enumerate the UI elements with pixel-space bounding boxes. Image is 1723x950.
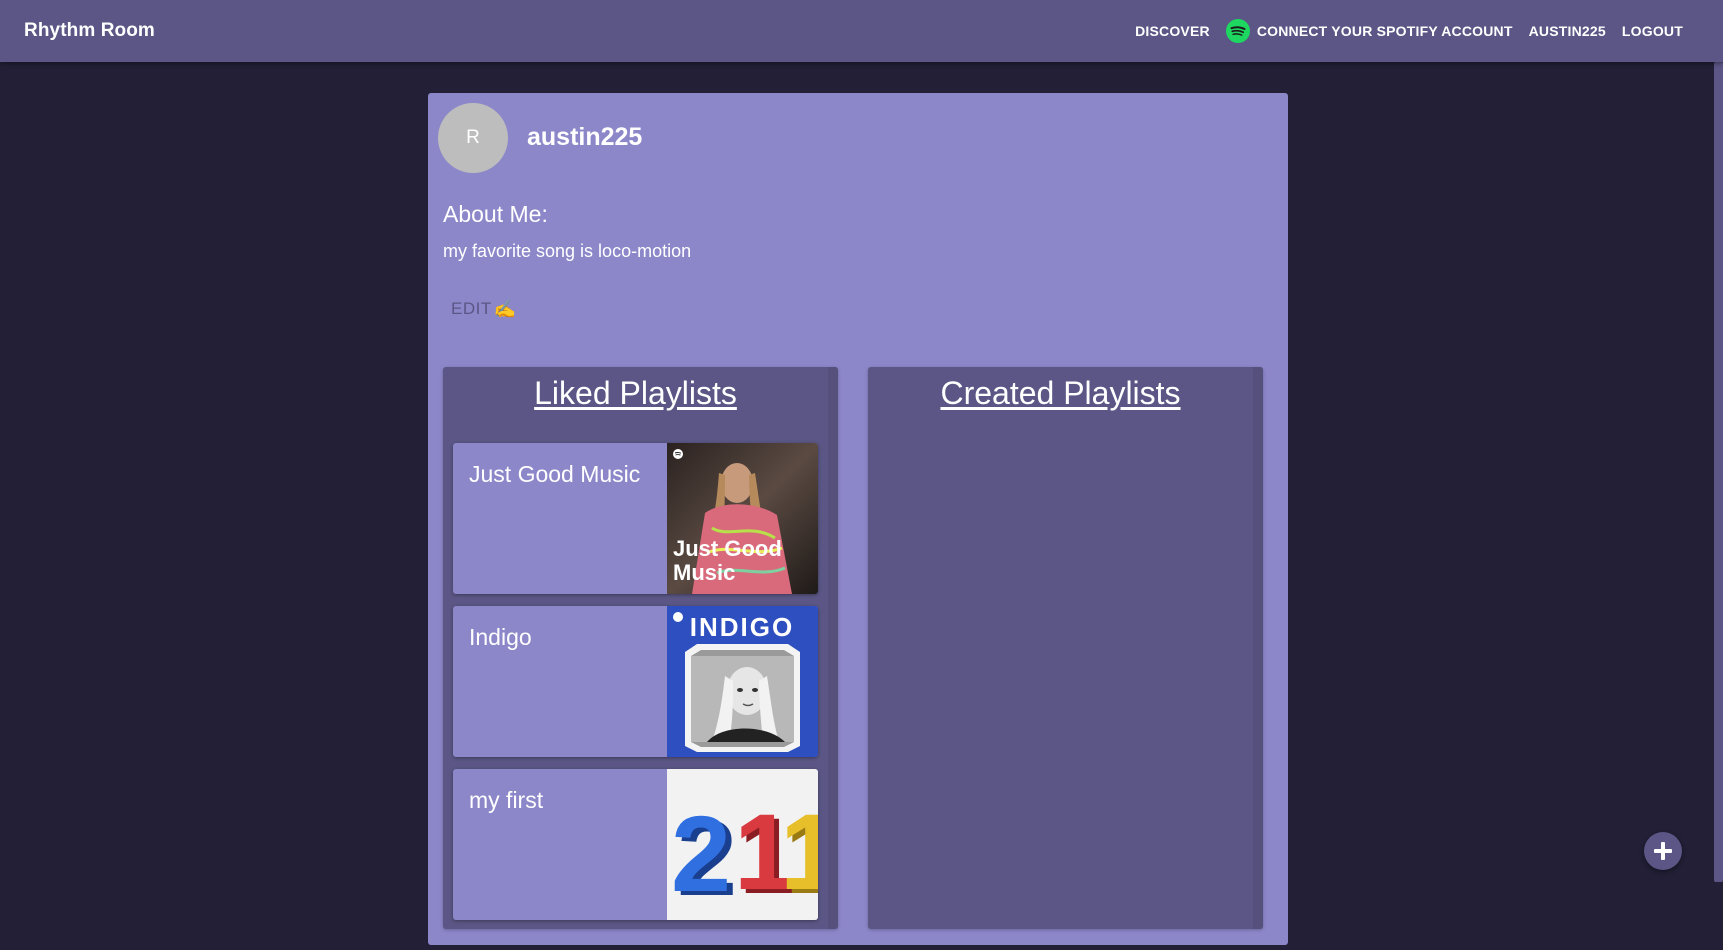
playlist-cover-image: Just Good Music: [667, 443, 818, 594]
about-text: my favorite song is loco-motion: [443, 241, 692, 261]
liked-panel-scrollbar[interactable]: [828, 367, 838, 929]
cover-art-text-line2: Music: [673, 560, 735, 585]
cover-art-text-line1: Just Good: [673, 536, 782, 561]
created-playlists-panel: Created Playlists: [868, 367, 1263, 929]
playlist-card-my-first[interactable]: my first 2 2 1 1 1 1: [453, 769, 818, 920]
created-panel-scrollbar[interactable]: [1253, 367, 1263, 929]
brand-logo[interactable]: Rhythm Room: [24, 20, 155, 42]
nav-logout[interactable]: LOGOUT: [1622, 23, 1683, 39]
spotify-icon: [1225, 19, 1250, 43]
playlist-card-indigo[interactable]: Indigo INDIGO: [453, 606, 818, 757]
cover-art-text: INDIGO: [690, 612, 794, 642]
playlist-name: Just Good Music: [469, 461, 641, 487]
page-scrollbar-thumb[interactable]: [1714, 62, 1723, 882]
edit-about-button[interactable]: EDIT ✍️: [443, 291, 525, 327]
playlist-card-just-good-music[interactable]: Just Good Music Just Good Music: [453, 443, 818, 594]
nav-links: DISCOVER CONNECT YOUR SPOTIFY ACCOUNT AU…: [1119, 19, 1683, 43]
playlist-cover-image: 2 2 1 1 1 1: [667, 769, 818, 920]
profile-card: R austin225 About Me: my favorite song i…: [428, 93, 1288, 945]
liked-playlists-panel: Liked Playlists Just Good Music Just Goo…: [443, 367, 838, 929]
writing-hand-icon: ✍️: [493, 298, 517, 319]
svg-text:1: 1: [780, 791, 818, 912]
playlist-name: my first: [469, 787, 544, 813]
nav-connect-spotify-label: CONNECT YOUR SPOTIFY ACCOUNT: [1256, 23, 1513, 39]
created-playlists-title: Created Playlists: [940, 375, 1181, 411]
playlist-name: Indigo: [469, 624, 532, 650]
playlist-cover-image: INDIGO: [667, 606, 818, 757]
liked-playlists-title: Liked Playlists: [534, 375, 737, 411]
nav-connect-spotify[interactable]: CONNECT YOUR SPOTIFY ACCOUNT: [1225, 19, 1513, 43]
top-navbar: Rhythm Room DISCOVER CONNECT YOUR SPOTIF…: [0, 0, 1723, 62]
cover-art-number: 2: [671, 793, 731, 914]
nav-user-profile[interactable]: AUSTIN225: [1529, 23, 1606, 39]
nav-discover[interactable]: DISCOVER: [1135, 23, 1210, 39]
avatar: R: [438, 103, 508, 173]
add-playlist-button[interactable]: [1644, 832, 1682, 870]
about-heading: About Me:: [443, 201, 548, 227]
plus-icon: [1654, 842, 1672, 860]
edit-button-label: EDIT: [451, 299, 492, 318]
profile-username: austin225: [527, 123, 643, 151]
